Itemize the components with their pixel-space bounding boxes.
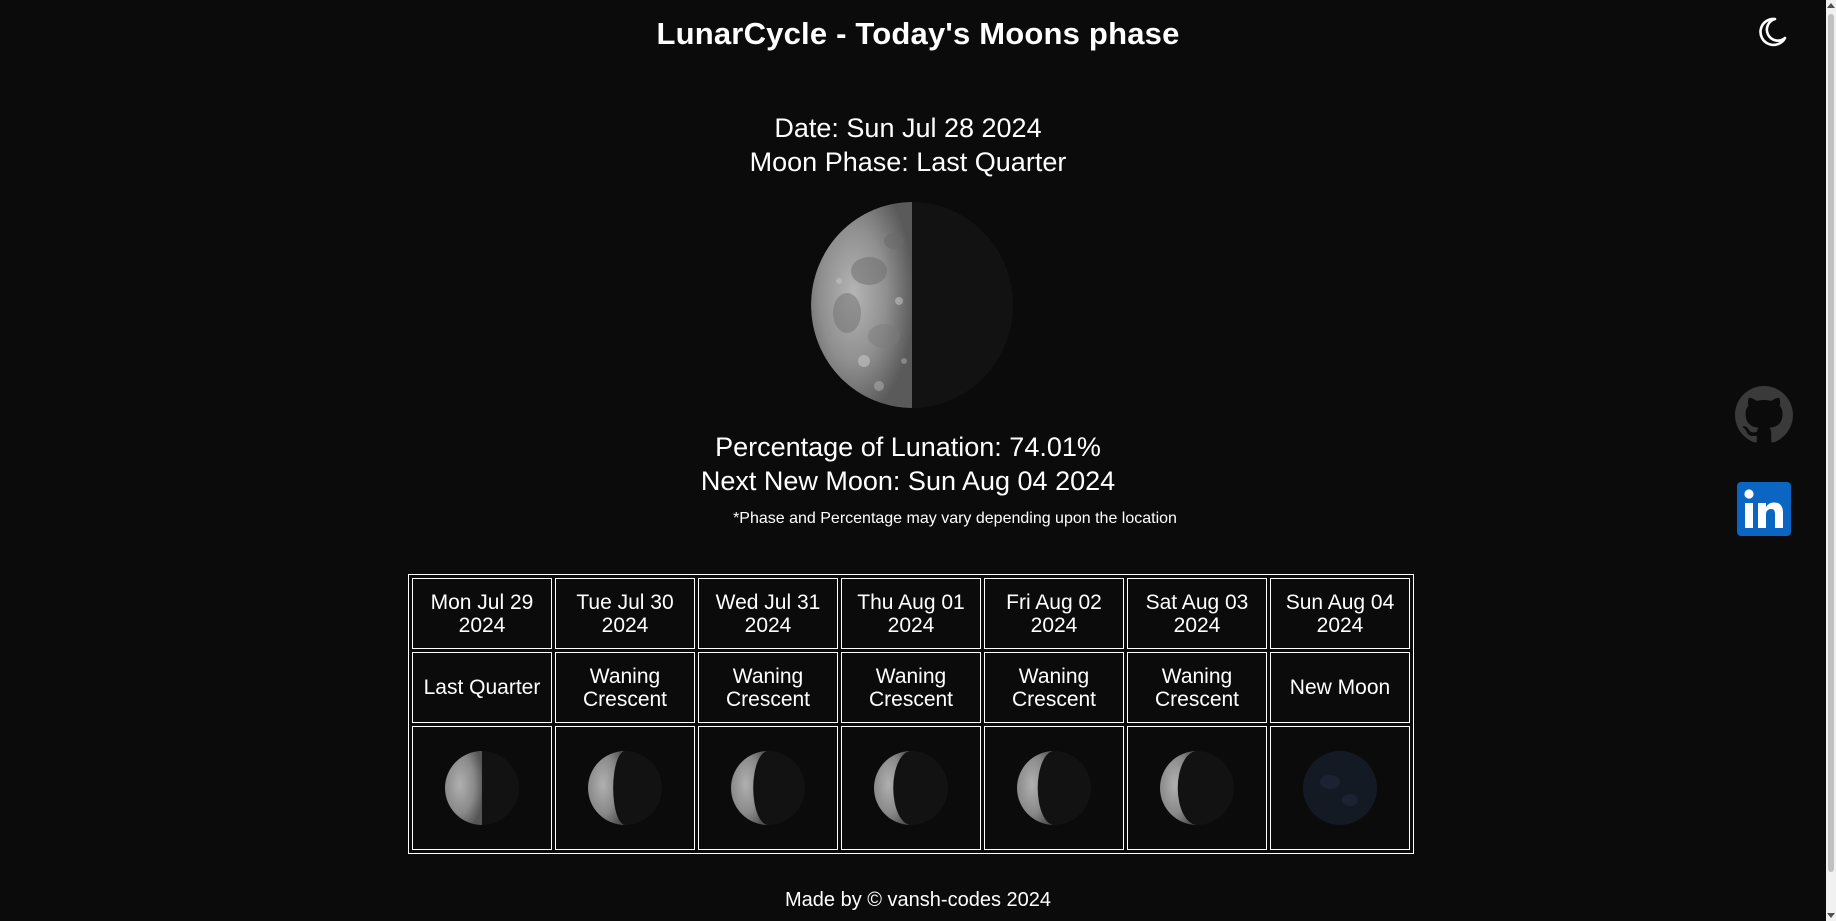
- forecast-date: Thu Aug 01 2024: [841, 578, 981, 649]
- forecast-phase: Waning Crescent: [984, 652, 1124, 723]
- moon-lit-portion: [445, 751, 482, 825]
- forecast-date: Sun Aug 04 2024: [1270, 578, 1410, 649]
- forecast-phase: Last Quarter: [412, 652, 552, 723]
- scroll-down-arrow[interactable]: [1827, 913, 1835, 918]
- forecast-moon-cell: [698, 726, 838, 850]
- forecast-phase: New Moon: [1270, 652, 1410, 723]
- forecast-moon-cell: [1270, 726, 1410, 850]
- forecast-images-row: [412, 726, 1410, 850]
- page: LunarCycle - Today's Moons phase Date: S…: [0, 0, 1836, 921]
- forecast-date: Wed Jul 31 2024: [698, 578, 838, 649]
- forecast-phases-row: Last Quarter Waning Crescent Waning Cres…: [412, 652, 1410, 723]
- forecast-moon-cell: [412, 726, 552, 850]
- forecast-moon-cell: [841, 726, 981, 850]
- forecast-moon-cell: [984, 726, 1124, 850]
- forecast-moon-icon: [588, 751, 662, 825]
- next-new-moon: Next New Moon: Sun Aug 04 2024: [700, 466, 1116, 496]
- forecast-phase: Waning Crescent: [841, 652, 981, 723]
- forecast-date: Tue Jul 30 2024: [555, 578, 695, 649]
- forecast-date: Mon Jul 29 2024: [412, 578, 552, 649]
- current-moon-image: [809, 201, 1015, 409]
- footer-credit: Made by © vansh-codes 2024: [784, 889, 1051, 911]
- forecast-moon-icon: [874, 751, 948, 825]
- forecast-date: Sat Aug 03 2024: [1127, 578, 1267, 649]
- forecast-moon-icon: [1017, 751, 1091, 825]
- linkedin-icon: [1737, 482, 1791, 536]
- forecast-phase: Waning Crescent: [1127, 652, 1267, 723]
- forecast-moon-icon: [445, 751, 519, 825]
- forecast-moon-icon: [1303, 751, 1377, 825]
- page-scrollbar[interactable]: [1826, 0, 1836, 921]
- forecast-moon-cell: [555, 726, 695, 850]
- crescent-moon-icon: [1759, 17, 1787, 47]
- forecast-table: Mon Jul 29 2024 Tue Jul 30 2024 Wed Jul …: [408, 574, 1414, 854]
- github-icon: [1735, 386, 1793, 443]
- theme-toggle-button[interactable]: [1752, 12, 1792, 52]
- forecast-moon-icon: [1160, 751, 1234, 825]
- forecast-moon-cell: [1127, 726, 1267, 850]
- forecast-date: Fri Aug 02 2024: [984, 578, 1124, 649]
- scrollbar-thumb[interactable]: [1828, 14, 1834, 872]
- current-phase: Moon Phase: Last Quarter: [749, 147, 1067, 177]
- location-note: *Phase and Percentage may vary depending…: [733, 510, 1177, 527]
- forecast-phase: Waning Crescent: [555, 652, 695, 723]
- linkedin-link[interactable]: [1737, 482, 1791, 536]
- forecast-moon-icon: [731, 751, 805, 825]
- forecast-phase: Waning Crescent: [698, 652, 838, 723]
- forecast-dates-row: Mon Jul 29 2024 Tue Jul 30 2024 Wed Jul …: [412, 578, 1410, 649]
- page-title: LunarCycle - Today's Moons phase: [656, 16, 1180, 51]
- current-date: Date: Sun Jul 28 2024: [774, 113, 1042, 143]
- scroll-up-arrow[interactable]: [1827, 3, 1835, 8]
- lunation-percentage: Percentage of Lunation: 74.01%: [715, 432, 1101, 462]
- github-link[interactable]: [1735, 386, 1793, 444]
